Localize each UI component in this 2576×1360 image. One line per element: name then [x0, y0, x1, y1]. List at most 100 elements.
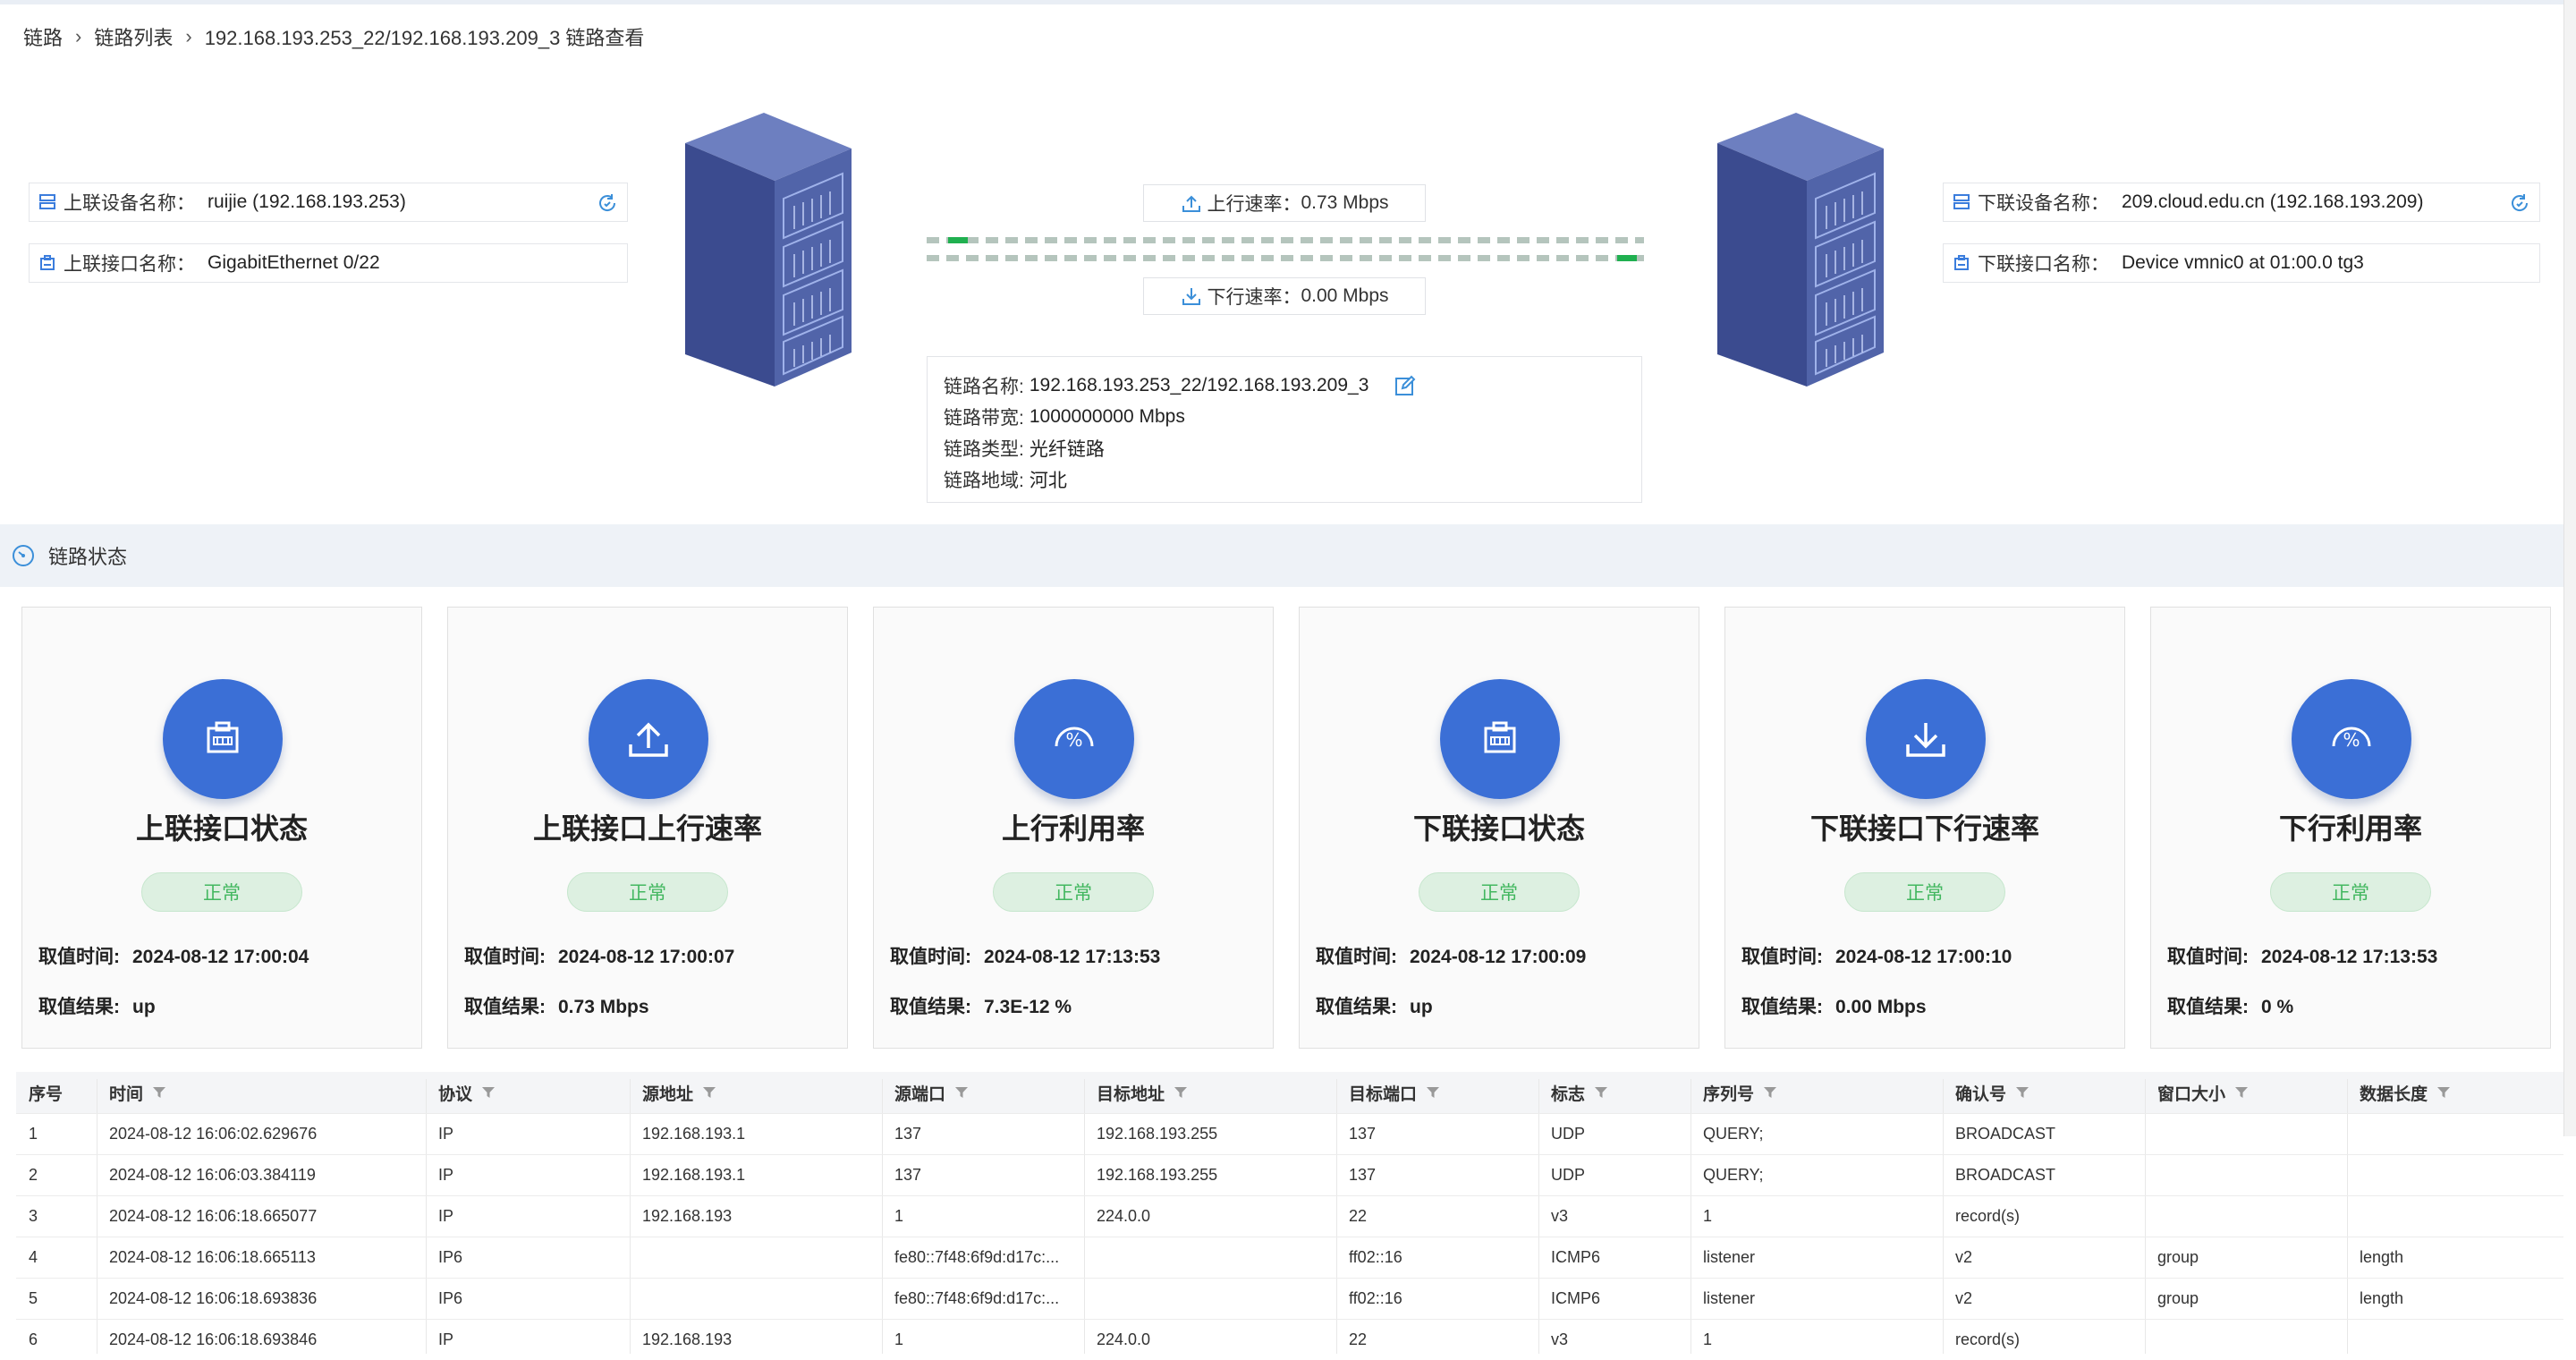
status-card-downlink-rate: 下联接口下行速率 正常 取值时间: 2024-08-12 17:00:10 取值结…	[1724, 607, 2125, 1049]
downlink-port-box: 下联接口名称： Device vmnic0 at 01:00.0 tg3	[1943, 243, 2540, 283]
column-header-label: 确认号	[1955, 1084, 2007, 1104]
card-result-row: 取值结果: up	[1316, 997, 1433, 1017]
uplink-port-value: GigabitEthernet 0/22	[208, 252, 380, 273]
table-cell: 192.168.193.255	[1097, 1165, 1218, 1184]
column-divider	[1538, 1079, 1539, 1354]
edit-icon[interactable]	[1394, 374, 1417, 397]
filter-icon[interactable]	[1174, 1085, 1188, 1100]
uplink-device-label: 上联设备名称：	[64, 193, 195, 214]
column-divider	[1084, 1079, 1085, 1354]
uplink-server-icon	[685, 113, 852, 387]
status-card-downlink-utilization: % 下行利用率 正常 取值时间: 2024-08-12 17:13:53 取值结果…	[2150, 607, 2551, 1049]
filter-icon[interactable]	[2436, 1085, 2451, 1100]
column-divider	[630, 1079, 631, 1354]
refresh-icon[interactable]	[2509, 192, 2530, 214]
table-cell: 2024-08-12 16:06:18.693836	[109, 1288, 318, 1307]
link-type-row: 链路类型: 光纤链路	[944, 432, 1641, 463]
filter-icon[interactable]	[152, 1085, 166, 1100]
status-badge: 正常	[141, 872, 302, 912]
uplink-port-label: 上联接口名称：	[64, 254, 195, 275]
downlink-port-label: 下联接口名称：	[1978, 254, 2109, 275]
card-title: 下联接口下行速率	[1809, 812, 2039, 845]
column-header[interactable]: 序列号	[1703, 1072, 1777, 1113]
column-divider	[1690, 1079, 1691, 1354]
filter-icon[interactable]	[481, 1085, 496, 1100]
column-header-label: 目标端口	[1349, 1084, 1418, 1104]
status-card-uplink-utilization: % 上行利用率 正常 取值时间: 2024-08-12 17:13:53 取值结果…	[873, 607, 1274, 1049]
table-cell: v3	[1551, 1206, 1569, 1225]
uplink-flow-indicator	[948, 237, 968, 243]
uplink-device-box: 上联设备名称： ruijie (192.168.193.253)	[29, 183, 628, 222]
link-status-section-header: 链路状态	[0, 524, 2563, 587]
table-cell: v2	[1955, 1247, 1973, 1266]
status-card-uplink-rate: 上联接口上行速率 正常 取值时间: 2024-08-12 17:00:07 取值结…	[447, 607, 848, 1049]
column-header[interactable]: 源端口	[894, 1072, 969, 1113]
uplink-rate-value: 0.73 Mbps	[1301, 192, 1389, 213]
card-result-row: 取值结果: up	[38, 997, 156, 1017]
table-cell: ff02::16	[1349, 1247, 1402, 1266]
link-bandwidth-row: 链路带宽: 1000000000 Mbps	[944, 401, 1641, 432]
column-divider	[1336, 1079, 1337, 1354]
breadcrumb: 链路 › 链路列表 › 192.168.193.253_22/192.168.1…	[23, 23, 644, 50]
downlink-rate-value: 0.00 Mbps	[1301, 285, 1389, 306]
table-cell: 1	[29, 1124, 38, 1143]
table-cell: 137	[1349, 1124, 1377, 1143]
link-bandwidth-label: 链路带宽:	[944, 407, 1024, 429]
card-title: 上联接口上行速率	[532, 812, 762, 845]
vertical-scrollbar[interactable]	[2563, 0, 2576, 1136]
breadcrumb-item-link[interactable]: 链路	[23, 22, 63, 51]
port-icon	[1953, 254, 1970, 272]
column-header-label: 目标地址	[1097, 1084, 1165, 1104]
card-result-row: 取值结果: 0.73 Mbps	[464, 997, 649, 1017]
table-cell: 2024-08-12 16:06:18.665113	[109, 1247, 316, 1266]
filter-icon[interactable]	[702, 1085, 716, 1100]
column-header[interactable]: 窗口大小	[2157, 1072, 2249, 1113]
column-header[interactable]: 标志	[1551, 1072, 1608, 1113]
filter-icon[interactable]	[1594, 1085, 1608, 1100]
column-divider	[882, 1079, 883, 1354]
column-header-label: 序列号	[1703, 1084, 1755, 1104]
column-header[interactable]: 目标地址	[1097, 1072, 1188, 1113]
table-cell: 192.168.193.1	[642, 1124, 746, 1143]
refresh-icon[interactable]	[597, 192, 618, 214]
table-cell: IP	[438, 1165, 454, 1184]
table-cell: 1	[894, 1330, 904, 1348]
table-cell: group	[2157, 1288, 2199, 1307]
filter-icon[interactable]	[1763, 1085, 1777, 1100]
column-header[interactable]: 协议	[438, 1072, 496, 1113]
column-header[interactable]: 序号	[29, 1072, 63, 1113]
column-header-label: 时间	[109, 1084, 144, 1104]
filter-icon[interactable]	[954, 1085, 969, 1100]
column-header[interactable]: 源地址	[642, 1072, 716, 1113]
link-info-panel: 链路名称: 192.168.193.253_22/192.168.193.209…	[927, 356, 1642, 503]
upload-icon	[589, 679, 708, 799]
breadcrumb-item-link-list[interactable]: 链路列表	[94, 22, 173, 51]
column-header[interactable]: 目标端口	[1349, 1072, 1440, 1113]
table-cell: IP6	[438, 1288, 463, 1307]
downlink-flow-line	[927, 255, 1644, 261]
table-cell: 2	[29, 1165, 38, 1184]
downlink-device-value: 209.cloud.edu.cn (192.168.193.209)	[2122, 191, 2424, 212]
table-cell: UDP	[1551, 1165, 1586, 1184]
status-badge: 正常	[2270, 872, 2431, 912]
port-icon	[38, 254, 56, 272]
uplink-flow-line	[927, 237, 1644, 243]
column-header[interactable]: 确认号	[1955, 1072, 2029, 1113]
table-cell: 192.168.193	[642, 1330, 733, 1348]
link-name-row: 链路名称: 192.168.193.253_22/192.168.193.209…	[944, 370, 1641, 401]
filter-icon[interactable]	[2234, 1085, 2249, 1100]
filter-icon[interactable]	[1426, 1085, 1440, 1100]
download-icon	[1866, 679, 1986, 799]
table-cell: 1	[894, 1206, 904, 1225]
link-region-row: 链路地域: 河北	[944, 463, 1641, 495]
card-title: 下行利用率	[2278, 812, 2422, 845]
column-header-label: 窗口大小	[2157, 1084, 2226, 1104]
link-name-value: 192.168.193.253_22/192.168.193.209_3	[1029, 374, 1369, 395]
column-header[interactable]: 数据长度	[2360, 1072, 2451, 1113]
card-time-row: 取值时间: 2024-08-12 17:00:09	[1316, 947, 1587, 967]
filter-icon[interactable]	[2015, 1085, 2029, 1100]
upload-icon	[1182, 195, 1201, 212]
table-cell: IP	[438, 1124, 454, 1143]
column-header[interactable]: 时间	[109, 1072, 166, 1113]
card-result-row: 取值结果: 0 %	[2167, 997, 2294, 1017]
